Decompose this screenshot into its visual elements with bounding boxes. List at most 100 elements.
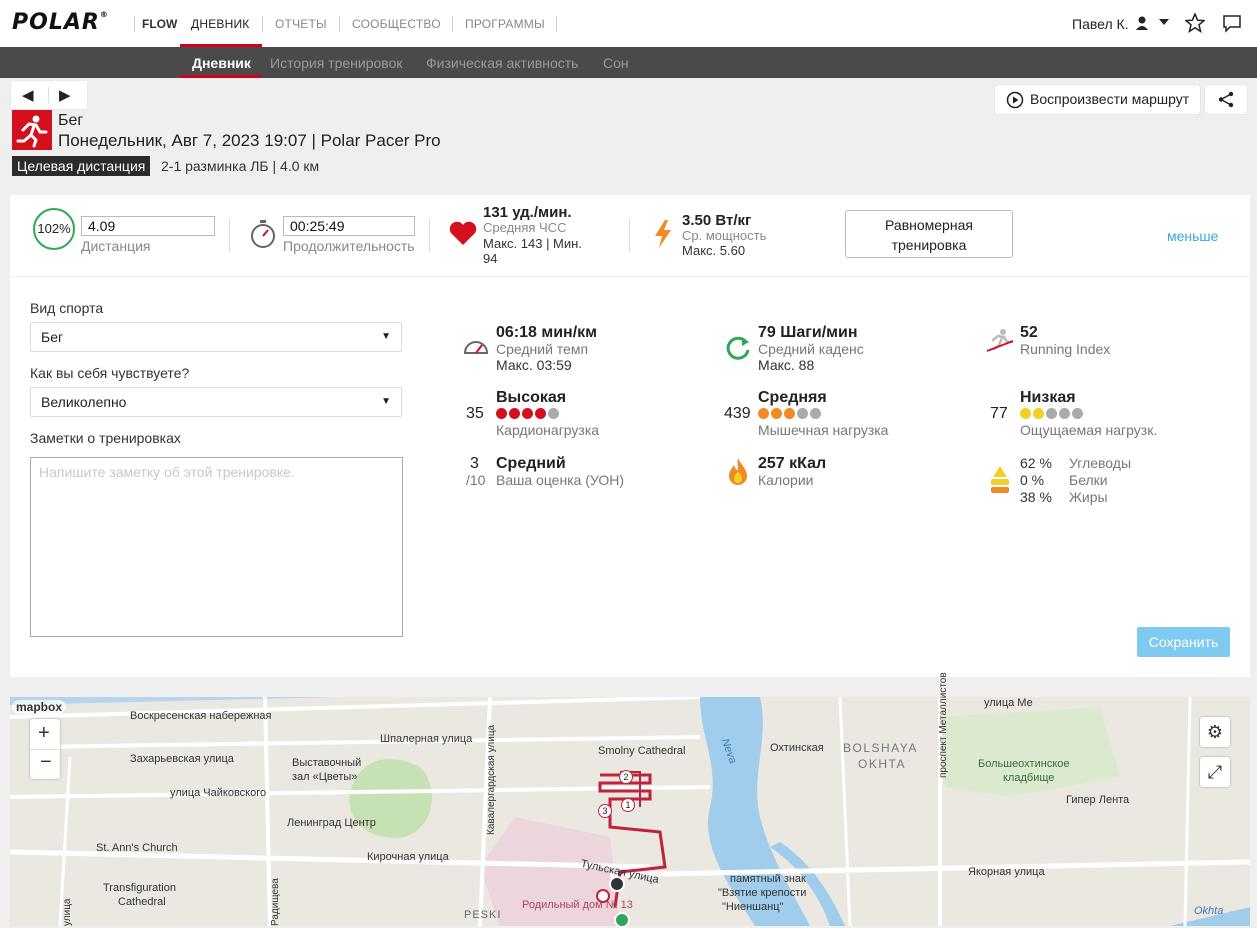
nav-community[interactable]: СООБЩЕСТВО (352, 17, 441, 31)
map-label: BOLSHAYA (843, 741, 918, 755)
feeling-select[interactable]: Великолепно ▼ (30, 387, 402, 417)
subnav-sleep[interactable]: Сон (603, 55, 629, 71)
target-description: 2-1 разминка ЛБ | 4.0 км (161, 158, 320, 174)
training-benefit-button[interactable]: Равномерная тренировка (845, 210, 1013, 258)
polar-logo[interactable]: POLAR® (12, 10, 109, 35)
map-label: OKHTA (858, 757, 906, 771)
map-label: Радищева (270, 878, 281, 926)
user-icon[interactable] (1135, 15, 1149, 31)
stopwatch-icon (251, 220, 275, 248)
rpe-level: Средний (496, 455, 566, 472)
target-progress-ring: 102% (33, 208, 75, 250)
arrow-divider (48, 87, 49, 103)
notes-label: Заметки о тренировках (30, 430, 181, 446)
calories-value: 257 кКал (758, 455, 827, 472)
zoom-out-button[interactable]: − (40, 751, 52, 774)
nav-divider (262, 16, 263, 32)
map-label: проспект Металлистов (938, 672, 949, 778)
map-label: St. Ann's Church (96, 842, 178, 854)
nav-diary[interactable]: ДНЕВНИК (191, 17, 249, 31)
next-arrow-icon[interactable]: ▶ (59, 86, 71, 104)
subnav-diary[interactable]: Дневник (192, 55, 251, 71)
lap-marker[interactable]: 3 (598, 804, 612, 818)
power-value: 3.50 Вт/кг (682, 212, 752, 229)
perceived-load-dots (1020, 405, 1085, 423)
load-dot-empty (810, 408, 821, 420)
map-label: зал «Цветы» (292, 771, 358, 783)
map-settings-button[interactable]: ⚙ (1200, 717, 1230, 747)
power-label: Ср. мощность (682, 228, 767, 243)
gear-icon: ⚙ (1206, 722, 1224, 742)
summary-divider (229, 218, 230, 252)
map-label: Воскресенская набережная (130, 710, 272, 722)
notes-placeholder: Напишите заметку об этой тренировке. (39, 464, 295, 480)
fat-label: Жиры (1069, 489, 1108, 505)
calories-label: Калории (758, 472, 814, 488)
expand-icon: ⤢ (1207, 762, 1223, 782)
load-dot-filled (1033, 408, 1044, 420)
replay-route-button[interactable]: Воспроизвести маршрут (995, 85, 1200, 114)
target-badge: Целевая дистанция (12, 156, 151, 176)
cadence-refresh-icon (726, 336, 750, 360)
pace-value: 06:18 мин/км (496, 324, 597, 341)
show-less-link[interactable]: меньше (1167, 228, 1218, 244)
muscle-load-number: 439 (724, 405, 751, 422)
perceived-load-number: 77 (990, 405, 1008, 422)
map-label: Якорная улица (968, 866, 1045, 878)
map-label: Cathedral (118, 896, 166, 908)
message-icon[interactable] (1222, 14, 1242, 34)
prev-arrow-icon[interactable]: ◀ (22, 86, 34, 104)
nav-programs[interactable]: ПРОГРАММЫ (465, 17, 545, 31)
load-dot-filled (758, 408, 769, 420)
map-label: Большеохтинское (978, 758, 1070, 770)
mapbox-logo[interactable]: mapbox (12, 700, 67, 714)
lap-marker[interactable]: 2 (619, 770, 633, 784)
cadence-max: Макс. 88 (758, 357, 815, 373)
running-index-icon (986, 329, 1014, 352)
subnav-activity[interactable]: Физическая активность (426, 55, 578, 71)
cardio-load-label: Кардионагрузка (496, 422, 600, 438)
cadence-value: 79 Шаги/мин (758, 324, 858, 341)
distance-label: Дистанция (81, 238, 151, 254)
load-dot-empty (1059, 408, 1070, 420)
hr-value: 131 уд./мин. (483, 204, 572, 221)
running-index-value: 52 (1020, 324, 1038, 341)
star-icon[interactable] (1185, 13, 1205, 33)
finish-flag-icon[interactable] (609, 876, 625, 892)
nav-divider (134, 16, 135, 32)
notes-textarea[interactable]: Напишите заметку об этой тренировке. (30, 457, 403, 637)
map-label: Transfiguration (103, 882, 176, 894)
load-dot-empty (1046, 408, 1057, 420)
load-dot-filled (535, 408, 546, 420)
chevron-down-icon[interactable] (1159, 19, 1169, 27)
map-fullscreen-button[interactable]: ⤢ (1200, 757, 1230, 787)
share-icon (1218, 91, 1234, 108)
hr-max-min: Макс. 143 | Мин. (483, 236, 582, 251)
subnav-training-history[interactable]: История тренировок (270, 55, 402, 71)
duration-value: 00:25:49 (283, 216, 415, 236)
fat-percent: 38 % (1020, 489, 1052, 505)
nav-reports[interactable]: ОТЧЕТЫ (275, 17, 327, 31)
feeling-value: Великолепно (41, 394, 127, 410)
heart-icon (449, 221, 477, 245)
load-dot-filled (509, 408, 520, 420)
sport-type-select[interactable]: Бег ▼ (30, 322, 402, 352)
flow-brand: FLOW (142, 17, 178, 31)
load-dot-filled (784, 408, 795, 420)
share-button[interactable] (1205, 85, 1247, 114)
sport-type-label: Вид спорта (30, 300, 104, 316)
map-label: улица (62, 898, 73, 927)
map-label: PESKI (464, 909, 502, 921)
save-button[interactable]: Сохранить (1137, 627, 1230, 657)
user-name[interactable]: Павел К. (1072, 16, 1129, 32)
sport-icon-tile (12, 110, 52, 150)
flame-icon (729, 458, 747, 485)
map-label: Захарьевская улица (130, 753, 234, 765)
map-label: Гипер Лента (1066, 794, 1130, 806)
zoom-in-button[interactable]: + (38, 722, 50, 745)
distance-value: 4.09 (81, 216, 215, 236)
rpe-label: Ваша оценка (УОН) (496, 472, 625, 488)
map-label: Кирочная улица (367, 851, 449, 863)
lap-marker[interactable]: 1 (621, 798, 635, 812)
summary-divider (629, 218, 630, 252)
